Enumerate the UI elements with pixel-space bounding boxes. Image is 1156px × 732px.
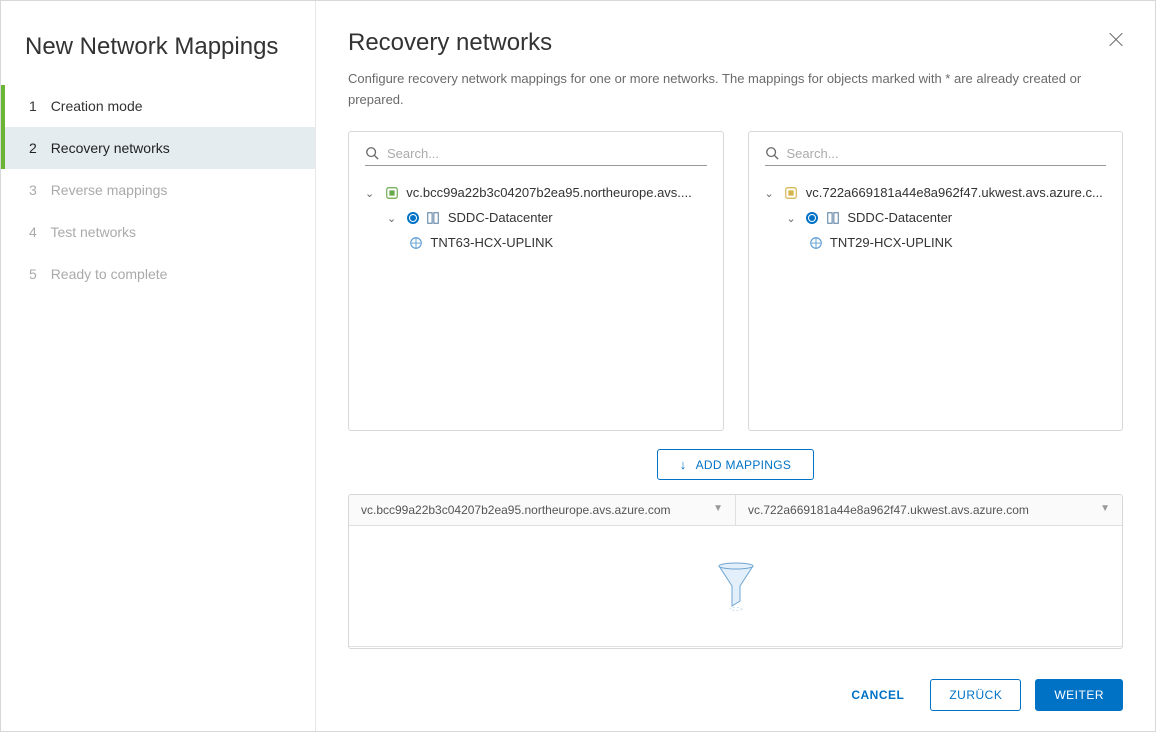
wizard-modal: New Network Mappings 1 Creation mode 2 R… <box>0 0 1156 732</box>
step-number: 5 <box>29 266 37 282</box>
wizard-main: Recovery networks Configure recovery net… <box>316 1 1155 731</box>
network-icon <box>409 236 423 250</box>
empty-funnel-icon <box>716 561 756 611</box>
tree-label: vc.bcc99a22b3c04207b2ea95.northeurope.av… <box>406 185 692 200</box>
filter-icon[interactable]: ▼ <box>1100 503 1110 514</box>
target-tree-panel: ⌄ vc.722a669181a44e8a962f47.ukwest.avs.a… <box>748 131 1124 431</box>
source-tree: ⌄ vc.bcc99a22b3c04207b2ea95.northeurope.… <box>365 180 707 255</box>
chevron-down-icon[interactable]: ⌄ <box>765 187 777 200</box>
arrow-down-icon: ↓ <box>680 457 687 472</box>
step-label: Test networks <box>50 224 136 240</box>
tree-node-datacenter[interactable]: ⌄ SDDC-Datacenter <box>765 205 1107 230</box>
back-button[interactable]: ZURÜCK <box>930 679 1021 711</box>
source-search[interactable] <box>365 142 707 166</box>
chevron-down-icon[interactable]: ⌄ <box>787 212 799 225</box>
step-label: Recovery networks <box>51 140 170 156</box>
filter-icon[interactable]: ▼ <box>713 503 723 514</box>
source-tree-panel: ⌄ vc.bcc99a22b3c04207b2ea95.northeurope.… <box>348 131 724 431</box>
button-label: ADD MAPPINGS <box>696 458 792 472</box>
mappings-table: vc.bcc99a22b3c04207b2ea95.northeurope.av… <box>348 494 1123 649</box>
footer-buttons: CANCEL ZURÜCK WEITER <box>348 649 1123 711</box>
network-icon <box>809 236 823 250</box>
tree-label: SDDC-Datacenter <box>847 210 952 225</box>
add-mappings-button[interactable]: ↓ ADD MAPPINGS <box>657 449 814 480</box>
step-creation-mode[interactable]: 1 Creation mode <box>1 85 315 127</box>
step-reverse-mappings: 3 Reverse mappings <box>1 169 315 211</box>
page-description: Configure recovery network mappings for … <box>348 69 1123 111</box>
tree-label: vc.722a669181a44e8a962f47.ukwest.avs.azu… <box>806 185 1103 200</box>
add-mappings-row: ↓ ADD MAPPINGS <box>348 449 1123 480</box>
table-body-empty <box>349 526 1122 646</box>
chevron-down-icon[interactable]: ⌄ <box>387 212 399 225</box>
column-label: vc.bcc99a22b3c04207b2ea95.northeurope.av… <box>361 503 671 517</box>
step-label: Reverse mappings <box>51 182 168 198</box>
vcenter-icon <box>385 186 399 200</box>
source-search-input[interactable] <box>387 146 707 161</box>
datacenter-icon <box>826 211 840 225</box>
search-icon <box>365 146 379 160</box>
radio-selected-icon[interactable] <box>407 212 419 224</box>
step-label: Creation mode <box>51 98 143 114</box>
tree-node-network[interactable]: TNT29-HCX-UPLINK <box>765 230 1107 255</box>
step-number: 2 <box>29 140 37 156</box>
chevron-down-icon[interactable]: ⌄ <box>365 187 377 200</box>
vcenter-icon <box>784 186 798 200</box>
step-label: Ready to complete <box>51 266 168 282</box>
tree-panels: ⌄ vc.bcc99a22b3c04207b2ea95.northeurope.… <box>348 131 1123 431</box>
datacenter-icon <box>426 211 440 225</box>
step-number: 3 <box>29 182 37 198</box>
page-title: Recovery networks <box>348 29 1123 57</box>
next-button[interactable]: WEITER <box>1035 679 1123 711</box>
wizard-title: New Network Mappings <box>1 25 315 85</box>
table-header-source: vc.bcc99a22b3c04207b2ea95.northeurope.av… <box>349 495 736 525</box>
tree-label: TNT29-HCX-UPLINK <box>830 235 953 250</box>
step-ready-complete: 5 Ready to complete <box>1 253 315 295</box>
target-tree: ⌄ vc.722a669181a44e8a962f47.ukwest.avs.a… <box>765 180 1107 255</box>
tree-label: SDDC-Datacenter <box>448 210 553 225</box>
radio-selected-icon[interactable] <box>806 212 818 224</box>
table-header-target: vc.722a669181a44e8a962f47.ukwest.avs.azu… <box>736 495 1122 525</box>
step-number: 1 <box>29 98 37 114</box>
tree-label: TNT63-HCX-UPLINK <box>430 235 553 250</box>
cancel-button[interactable]: CANCEL <box>839 680 916 710</box>
tree-node-datacenter[interactable]: ⌄ SDDC-Datacenter <box>365 205 707 230</box>
search-icon <box>765 146 779 160</box>
step-number: 4 <box>29 224 37 240</box>
tree-node-vcenter[interactable]: ⌄ vc.bcc99a22b3c04207b2ea95.northeurope.… <box>365 180 707 205</box>
tree-node-vcenter[interactable]: ⌄ vc.722a669181a44e8a962f47.ukwest.avs.a… <box>765 180 1107 205</box>
table-header: vc.bcc99a22b3c04207b2ea95.northeurope.av… <box>349 495 1122 526</box>
step-test-networks: 4 Test networks <box>1 211 315 253</box>
column-label: vc.722a669181a44e8a962f47.ukwest.avs.azu… <box>748 503 1029 517</box>
target-search[interactable] <box>765 142 1107 166</box>
step-list: 1 Creation mode 2 Recovery networks 3 Re… <box>1 85 315 295</box>
target-search-input[interactable] <box>787 146 1107 161</box>
tree-node-network[interactable]: TNT63-HCX-UPLINK <box>365 230 707 255</box>
wizard-sidebar: New Network Mappings 1 Creation mode 2 R… <box>1 1 316 731</box>
step-recovery-networks[interactable]: 2 Recovery networks <box>1 127 315 169</box>
close-icon[interactable] <box>1107 31 1125 49</box>
